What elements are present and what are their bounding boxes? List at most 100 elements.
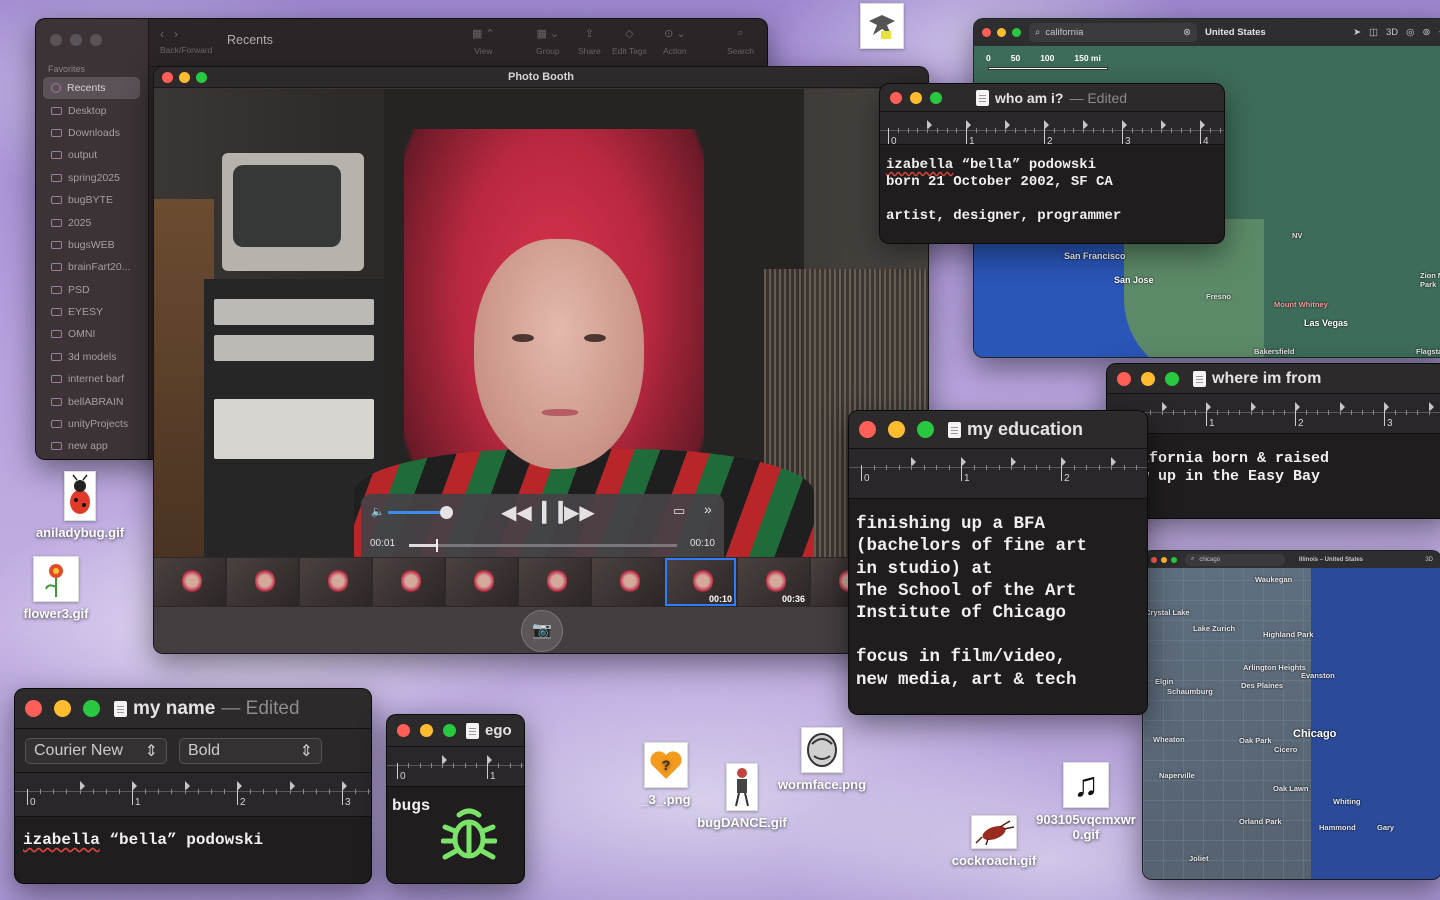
group-button[interactable]: ▦ ⌄ Group (536, 27, 560, 56)
minimize-button[interactable] (70, 34, 82, 46)
map-search-field[interactable]: ⌕ chicago (1185, 553, 1285, 566)
zoom-button[interactable] (917, 421, 934, 438)
zoom-button[interactable] (443, 724, 456, 737)
share-button[interactable]: ⇪ Share (578, 27, 601, 56)
location-arrow-icon[interactable]: ➤ (1353, 27, 1361, 38)
desktop-icon-flower[interactable]: flower3.gif (16, 556, 96, 621)
ego-text[interactable]: bugs (387, 787, 524, 883)
minimize-button[interactable] (1161, 556, 1167, 563)
binoculars-icon[interactable]: ◎ (1406, 27, 1414, 38)
map-search-field[interactable]: ⌕ california ⊗ (1029, 23, 1197, 42)
desktop-icon-audio[interactable]: ♫ 903105vqcmxwr 0.gif (1030, 762, 1142, 842)
sidebar-item[interactable]: Recents (43, 77, 140, 100)
close-button[interactable] (50, 34, 62, 46)
thumbnail[interactable]: 00:36 (738, 558, 809, 606)
close-button[interactable] (1117, 371, 1131, 386)
look-around-icon[interactable]: ⊚ (1422, 27, 1430, 38)
sidebar-item[interactable]: OMNI (43, 323, 140, 345)
zoom-button[interactable] (930, 91, 942, 104)
sidebar-item[interactable]: bugBYTE (43, 189, 140, 211)
volume-slider[interactable] (388, 506, 453, 519)
thumbnail[interactable] (592, 558, 663, 606)
wherefrom-text[interactable]: California born & raised grew up in the … (1107, 434, 1440, 502)
zoom-button[interactable] (90, 34, 102, 46)
close-button[interactable] (162, 72, 173, 83)
close-button[interactable] (1151, 556, 1157, 563)
desktop-icon-q3[interactable]: ? _3_.png (634, 742, 698, 807)
search-button[interactable]: ⌕ Search (727, 27, 754, 56)
text-ruler[interactable]: 0123 (1107, 394, 1440, 434)
text-ruler[interactable]: 0 1 2 (849, 449, 1147, 499)
text-ruler[interactable]: 01 (387, 747, 524, 787)
thumbnail[interactable] (373, 558, 444, 606)
thumbnail[interactable] (300, 558, 371, 606)
sidebar-item[interactable]: bugsWEB (43, 234, 140, 256)
whoami-text[interactable]: izabella “bella” podowski born 21 Octobe… (880, 145, 1224, 237)
zoom-button[interactable] (1165, 371, 1179, 386)
scrubber[interactable] (409, 539, 677, 552)
back-chevron-icon[interactable]: ‹ (160, 27, 164, 41)
minimize-button[interactable] (1141, 371, 1155, 386)
close-button[interactable] (982, 28, 991, 37)
zoom-button[interactable] (1171, 556, 1177, 563)
sidebar-item[interactable]: Downloads (43, 122, 140, 144)
map-mode-icon[interactable]: ◫ (1369, 27, 1378, 38)
sidebar-item[interactable]: Desktop (43, 99, 140, 121)
3d-toggle[interactable]: 3D (1386, 27, 1398, 38)
video-preview[interactable]: 🔈 ◀◀ ❙❙ ▶▶ ▭ » 00:01 00:10 (154, 89, 928, 557)
sidebar-item[interactable]: bellABRAIN (43, 390, 140, 412)
camera-shutter-button[interactable]: 📷 (521, 610, 563, 652)
close-button[interactable] (25, 700, 42, 717)
zoom-button[interactable] (83, 700, 100, 717)
sidebar-item[interactable]: spring2025 (43, 167, 140, 189)
close-button[interactable] (859, 421, 876, 438)
education-text[interactable]: finishing up a BFA (bachelors of fine ar… (849, 499, 1147, 705)
minimize-button[interactable] (420, 724, 433, 737)
zoom-button[interactable] (196, 72, 207, 83)
close-button[interactable] (397, 724, 410, 737)
volume-icon[interactable]: 🔈 (371, 505, 385, 518)
font-family-select[interactable]: Courier New ⇕ (25, 737, 167, 764)
airplay-icon[interactable]: ▭ (673, 503, 685, 519)
sidebar-item[interactable]: internet barf (43, 368, 140, 390)
text-ruler[interactable]: 0123 (15, 773, 371, 817)
action-button[interactable]: ⊙ ⌄ Action (663, 27, 687, 56)
thumbnail[interactable] (227, 558, 298, 606)
clear-icon[interactable]: ⊗ (1183, 27, 1191, 38)
desktop-icon-cockroach[interactable]: cockroach.gif (944, 815, 1044, 868)
myname-text[interactable]: izabella “bella” podowski (15, 817, 371, 863)
sidebar-item[interactable]: unityProjects (43, 413, 140, 435)
thumbnail-selected[interactable]: 00:10 (665, 558, 736, 606)
font-weight-select[interactable]: Bold ⇕ (179, 737, 322, 764)
fast-forward-button[interactable]: ▶▶ (564, 500, 595, 525)
forward-chevron-icon[interactable]: › (174, 27, 178, 41)
more-chevron-icon[interactable]: » (704, 501, 712, 517)
sidebar-item[interactable]: PSD (43, 279, 140, 301)
thumbnail[interactable] (519, 558, 590, 606)
text-ruler[interactable]: 0 1 2 3 4 (880, 112, 1224, 145)
minimize-button[interactable] (997, 28, 1006, 37)
rewind-button[interactable]: ◀◀ (501, 500, 532, 525)
sidebar-item[interactable]: 2025 (43, 211, 140, 233)
sidebar-item[interactable]: brainFart20... (43, 256, 140, 278)
desktop-icon-bat[interactable] (858, 3, 906, 53)
3d-toggle[interactable]: 3D (1425, 557, 1433, 563)
edit-tags-button[interactable]: ◇ Edit Tags (612, 27, 647, 56)
minimize-button[interactable] (888, 421, 905, 438)
thumbnail[interactable] (154, 558, 225, 606)
desktop-icon-aniladybug[interactable]: aniladybug.gif (28, 471, 132, 540)
sidebar-item[interactable]: EYESY (43, 301, 140, 323)
sidebar-item[interactable]: output (43, 144, 140, 166)
thumbnail[interactable] (446, 558, 517, 606)
minimize-button[interactable] (910, 91, 922, 104)
zoom-button[interactable] (1012, 28, 1021, 37)
desktop-icon-wormface[interactable]: wormface.png (772, 727, 872, 792)
view-button[interactable]: ▦ ⌃ View (472, 27, 495, 56)
minimize-button[interactable] (54, 700, 71, 717)
sidebar-item[interactable]: new app (43, 435, 140, 457)
back-forward-group[interactable]: ‹ › Back/Forward (160, 27, 212, 55)
close-button[interactable] (890, 91, 902, 104)
pause-button[interactable]: ❙❙ (535, 498, 570, 524)
sidebar-item[interactable]: 3d models (43, 346, 140, 368)
minimize-button[interactable] (179, 72, 190, 83)
